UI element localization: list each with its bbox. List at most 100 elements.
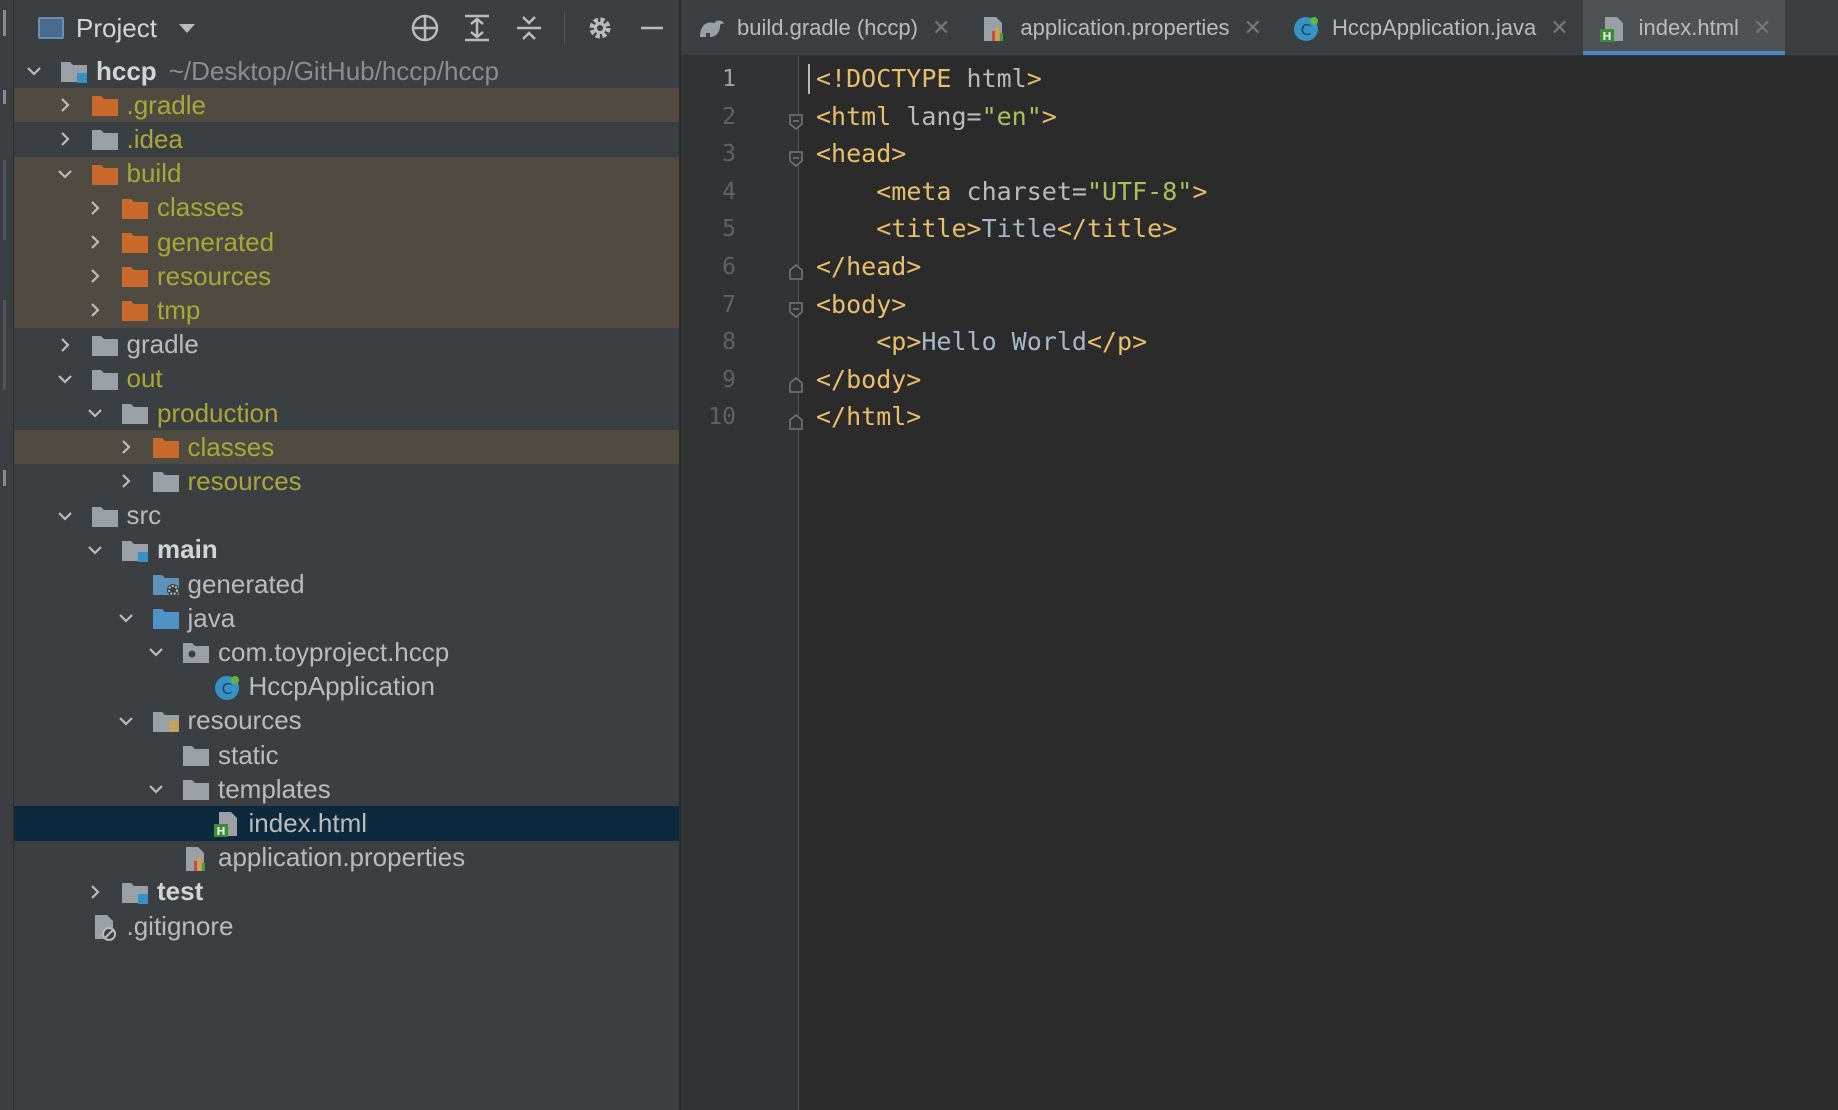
- folder-orange-icon: [121, 297, 149, 323]
- tree-item[interactable]: .idea: [14, 122, 679, 156]
- locate-icon[interactable]: [406, 9, 444, 47]
- tree-item[interactable]: java: [14, 601, 679, 635]
- tree-item[interactable]: .gitignore: [14, 909, 679, 943]
- close-icon[interactable]: ✕: [1753, 15, 1771, 41]
- tree-item[interactable]: production: [14, 396, 679, 430]
- tree-item[interactable]: com.toyproject.hccp: [14, 635, 679, 669]
- chevron-down-icon[interactable]: [148, 781, 164, 797]
- chevron-right-icon[interactable]: [57, 97, 73, 113]
- folder-orange-icon: [121, 263, 149, 289]
- tree-item[interactable]: resources: [14, 464, 679, 498]
- tree-item-label: java: [187, 602, 236, 633]
- editor-tabs: build.gradle (hccp) ✕ application.properti…: [681, 0, 1838, 56]
- chevron-down-icon[interactable]: [26, 63, 42, 79]
- fold-marker-icon[interactable]: [789, 414, 803, 431]
- tree-item[interactable]: tmp: [14, 293, 679, 328]
- tree-item[interactable]: generated: [14, 225, 679, 260]
- chevron-right-icon[interactable]: [87, 200, 103, 216]
- module-folder-icon: [121, 537, 149, 563]
- tree-item[interactable]: src: [14, 499, 679, 533]
- close-icon[interactable]: ✕: [932, 15, 950, 41]
- chevron-down-icon[interactable]: [118, 610, 134, 626]
- fold-marker-icon[interactable]: [789, 113, 803, 130]
- code-token: charset=: [966, 176, 1087, 206]
- tree-item[interactable]: classes: [14, 430, 679, 465]
- fold-marker-icon[interactable]: [789, 376, 803, 393]
- chevron-down-icon[interactable]: [57, 508, 73, 524]
- editor-tab[interactable]: C HccpApplication.java ✕: [1276, 0, 1583, 55]
- tree-item[interactable]: gradle: [14, 328, 679, 362]
- editor-tab[interactable]: Hindex.html ✕: [1582, 0, 1786, 55]
- tree-item-label: gradle: [126, 329, 199, 360]
- tree-item-label: tmp: [157, 294, 201, 325]
- editor-tab[interactable]: application.properties ✕: [964, 0, 1276, 55]
- code-token: <title>: [876, 214, 982, 244]
- code-token: "en": [981, 101, 1042, 131]
- tree-item[interactable]: C HccpApplication: [14, 670, 679, 704]
- tree-item[interactable]: main: [14, 533, 679, 567]
- chevron-right-icon[interactable]: [118, 473, 134, 489]
- folder-orange-icon: [121, 195, 149, 221]
- project-panel-title[interactable]: Project: [76, 13, 157, 44]
- tree-item[interactable]: application.properties: [14, 841, 679, 875]
- tree-item[interactable]: static: [14, 738, 679, 772]
- svg-text:C: C: [221, 680, 231, 698]
- tree-item-label: build: [126, 158, 182, 189]
- chevron-down-icon[interactable]: [57, 166, 73, 182]
- code-token: Title: [981, 214, 1057, 244]
- svg-text:H: H: [216, 825, 225, 838]
- close-icon[interactable]: ✕: [1550, 15, 1568, 41]
- chevron-down-icon[interactable]: [87, 542, 103, 558]
- minimize-icon[interactable]: [633, 9, 671, 47]
- tree-item-label: test: [157, 876, 204, 907]
- chevron-down-icon[interactable]: [87, 405, 103, 421]
- fold-marker-icon[interactable]: [789, 151, 803, 168]
- chevron-right-icon[interactable]: [87, 302, 103, 318]
- fold-marker-icon[interactable]: [789, 264, 803, 280]
- collapse-all-icon[interactable]: [510, 9, 548, 47]
- tree-item[interactable]: build: [14, 156, 679, 191]
- editor-tab-label: build.gradle (hccp): [737, 14, 918, 40]
- chevron-right-icon[interactable]: [57, 131, 73, 147]
- gear-icon[interactable]: [581, 9, 619, 47]
- chevron-right-icon[interactable]: [118, 439, 134, 455]
- tree-item-path: ~/Desktop/GitHub/hccp/hccp: [168, 55, 499, 86]
- chevron-down-icon[interactable]: [178, 23, 195, 33]
- chevron-down-icon[interactable]: [57, 371, 73, 387]
- chevron-right-icon[interactable]: [87, 234, 103, 250]
- code-content[interactable]: <!DOCTYPE html> <html lang="en"> <head> <m…: [808, 56, 1838, 1110]
- chevron-down-icon[interactable]: [118, 713, 134, 729]
- tree-item[interactable]: out: [14, 362, 679, 396]
- tree-item[interactable]: templates: [14, 772, 679, 806]
- tree-item-label: templates: [218, 773, 331, 804]
- tree-item[interactable]: generated: [14, 567, 679, 601]
- code-token: <!DOCTYPE: [816, 64, 967, 93]
- folder-gray-icon: [91, 332, 119, 358]
- line-number: 4: [722, 178, 736, 205]
- chevron-right-icon[interactable]: [87, 884, 103, 900]
- close-icon[interactable]: ✕: [1244, 15, 1262, 41]
- line-number: 2: [722, 103, 736, 130]
- chevron-down-icon[interactable]: [148, 644, 164, 660]
- code-token: <head>: [816, 139, 907, 169]
- tree-item[interactable]: classes: [14, 190, 679, 225]
- editor-tab[interactable]: build.gradle (hccp) ✕: [681, 0, 964, 55]
- tree-item[interactable]: Hindex.html: [14, 806, 679, 841]
- expand-all-icon[interactable]: [458, 9, 496, 47]
- tree-item[interactable]: test: [14, 875, 679, 909]
- tree-item[interactable]: .gradle: [14, 88, 679, 123]
- fold-marker-icon[interactable]: [789, 301, 803, 318]
- chevron-right-icon[interactable]: [87, 268, 103, 284]
- tree-item[interactable]: hccp ~/Desktop/GitHub/hccp/hccp: [14, 54, 679, 88]
- tree-item-label: classes: [187, 431, 275, 462]
- module-folder-icon: [121, 879, 149, 905]
- toolbar-divider: [564, 11, 565, 45]
- tree-item[interactable]: resources: [14, 259, 679, 294]
- module-folder-icon: [60, 58, 88, 84]
- folder-gray-icon: [91, 503, 119, 529]
- code-line: </html>: [808, 395, 921, 439]
- tree-item[interactable]: resources: [14, 704, 679, 738]
- chevron-right-icon[interactable]: [57, 337, 73, 353]
